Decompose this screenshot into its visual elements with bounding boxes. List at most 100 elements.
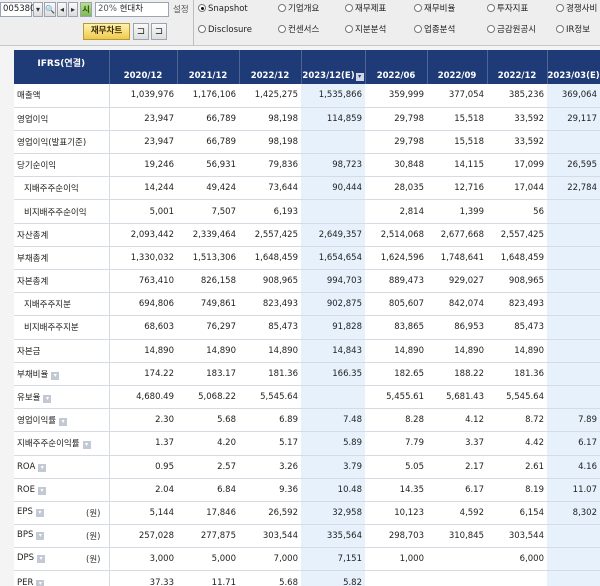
table-cell: 79,836	[239, 153, 301, 178]
tab-10[interactable]: 금감원공시	[487, 24, 536, 36]
row-info-icon[interactable]: ▾	[82, 441, 91, 450]
column-header[interactable]: 2023/03(E)▾	[547, 50, 600, 84]
table-cell: 14,890	[365, 339, 427, 363]
table-cell: 3.26	[239, 455, 301, 479]
table-cell: 2,557,425	[239, 223, 301, 247]
column-header[interactable]: 2022/12	[487, 50, 548, 84]
tab-3[interactable]: 재무비율	[414, 3, 455, 15]
table-cell: 7,507	[177, 199, 239, 224]
row-info-icon[interactable]: ▾	[59, 418, 68, 427]
table-cell: 181.36	[239, 362, 301, 386]
row-label: ROA ▾	[14, 455, 110, 479]
table-cell: 5.89	[301, 431, 365, 456]
table-cell: 1,513,306	[177, 246, 239, 271]
table-cell: 823,493	[239, 292, 301, 317]
table-cell: 7.79	[365, 431, 427, 456]
layout-icon[interactable]: ⊐	[133, 23, 149, 40]
tab-11[interactable]: IR정보	[556, 24, 590, 36]
sim-button[interactable]: 시	[80, 2, 92, 17]
row-info-icon[interactable]: ▾	[37, 486, 46, 495]
tab-5[interactable]: 경쟁사비	[556, 3, 597, 15]
column-header[interactable]: 2022/12	[239, 50, 302, 84]
radio-icon	[487, 4, 495, 12]
column-header[interactable]: 2021/12	[177, 50, 240, 84]
column-header[interactable]: 2022/09	[427, 50, 488, 84]
column-header[interactable]: 2020/12	[109, 50, 178, 84]
prev-icon[interactable]: ◂	[57, 2, 67, 17]
table-cell: 22,784	[547, 176, 600, 201]
stock-code-input[interactable]: 005380	[0, 2, 35, 17]
row-label: 자산총계	[14, 223, 110, 247]
table-cell	[301, 130, 365, 155]
column-header-label: 2023/03(E)	[547, 71, 600, 81]
table-cell	[547, 130, 600, 155]
table-cell: 7.89	[547, 408, 600, 433]
row-label-text: 매출액	[17, 91, 41, 102]
table-cell: 749,861	[177, 292, 239, 317]
row-info-icon[interactable]: ▾	[36, 532, 45, 541]
table-cell: 310,845	[427, 524, 487, 549]
table-cell: 6,193	[239, 199, 301, 224]
tab-7[interactable]: 컨센서스	[278, 24, 319, 36]
row-label-text: 부채비율	[17, 369, 49, 380]
estimate-info-icon[interactable]: ▾	[355, 73, 364, 81]
tab-9[interactable]: 업종분석	[414, 24, 455, 36]
table-row: 지배주주지분 694,806 749,861 823,493 902,875 805,60…	[14, 292, 600, 317]
table-cell	[547, 269, 600, 294]
table-cell	[547, 199, 600, 224]
table-cell: 9.36	[239, 478, 301, 502]
table-cell: 188.22	[427, 362, 487, 386]
row-info-icon[interactable]: ▾	[36, 579, 45, 586]
table-cell: 4,680.49	[109, 385, 177, 410]
row-label-text: 영업이익률	[17, 416, 57, 427]
table-cell	[547, 223, 600, 247]
tab-8[interactable]: 지분분석	[345, 24, 386, 36]
column-header-label: 2022/12	[497, 71, 537, 81]
tab-label: 금감원공시	[497, 25, 537, 35]
next-icon[interactable]: ▸	[68, 2, 78, 17]
tab-6[interactable]: Disclosure	[198, 24, 252, 36]
search-icon[interactable]: 🔍	[44, 2, 56, 17]
column-header[interactable]: 2023/12(E) ▾	[301, 50, 366, 84]
layout-alt-icon[interactable]: ⊐	[151, 23, 167, 40]
row-info-icon[interactable]: ▾	[37, 555, 46, 564]
tab-label: 투자지표	[497, 4, 529, 14]
table-cell: 76,297	[177, 315, 239, 340]
tab-2[interactable]: 재무제표	[345, 3, 386, 15]
radio-icon	[345, 4, 353, 12]
table-cell: 5.17	[239, 431, 301, 456]
radio-icon	[278, 25, 286, 33]
table-cell: 86,953	[427, 315, 487, 340]
table-cell: 4.42	[487, 431, 547, 456]
row-label-text: 당기순이익	[17, 161, 57, 172]
table-cell: 2,557,425	[487, 223, 547, 247]
tab-label: Disclosure	[208, 25, 252, 35]
financial-chart-button[interactable]: 재무차트	[83, 23, 130, 40]
tab-panel: Snapshot 기업개요 재무제표 재무비율 투자지표 경쟁사비 Disclosure 컨센…	[193, 0, 600, 46]
table-cell: 823,493	[487, 292, 547, 317]
row-info-icon[interactable]: ▾	[35, 508, 44, 517]
chevron-down-icon[interactable]: ▾	[33, 2, 43, 17]
row-info-icon[interactable]: ▾	[43, 395, 52, 404]
table-cell: 1,624,596	[365, 246, 427, 271]
table-cell: 8.28	[365, 408, 427, 433]
tab-0[interactable]: Snapshot	[198, 3, 248, 15]
table-cell: 1,425,275	[239, 84, 301, 108]
row-label: 지배주주순이익률 ▾	[14, 431, 110, 456]
row-info-icon[interactable]: ▾	[51, 371, 60, 380]
tab-4[interactable]: 투자지표	[487, 3, 528, 15]
table-cell: 2.57	[177, 455, 239, 479]
row-label: 자본금	[14, 339, 110, 363]
table-cell: 8,302	[547, 501, 600, 526]
table-cell: 15,518	[427, 130, 487, 155]
company-name-field[interactable]: 20% 현대차	[95, 2, 169, 17]
tab-1[interactable]: 기업개요	[278, 3, 319, 15]
column-header[interactable]: 2022/06	[365, 50, 428, 84]
row-info-icon[interactable]: ▾	[38, 463, 47, 472]
settings-link[interactable]: 설정	[173, 3, 189, 15]
table-cell: 85,473	[239, 315, 301, 340]
row-label-text: 지배주주순이익	[24, 184, 79, 195]
table-cell: 98,198	[239, 107, 301, 131]
table-cell: 1,000	[365, 547, 427, 572]
table-cell	[547, 292, 600, 317]
